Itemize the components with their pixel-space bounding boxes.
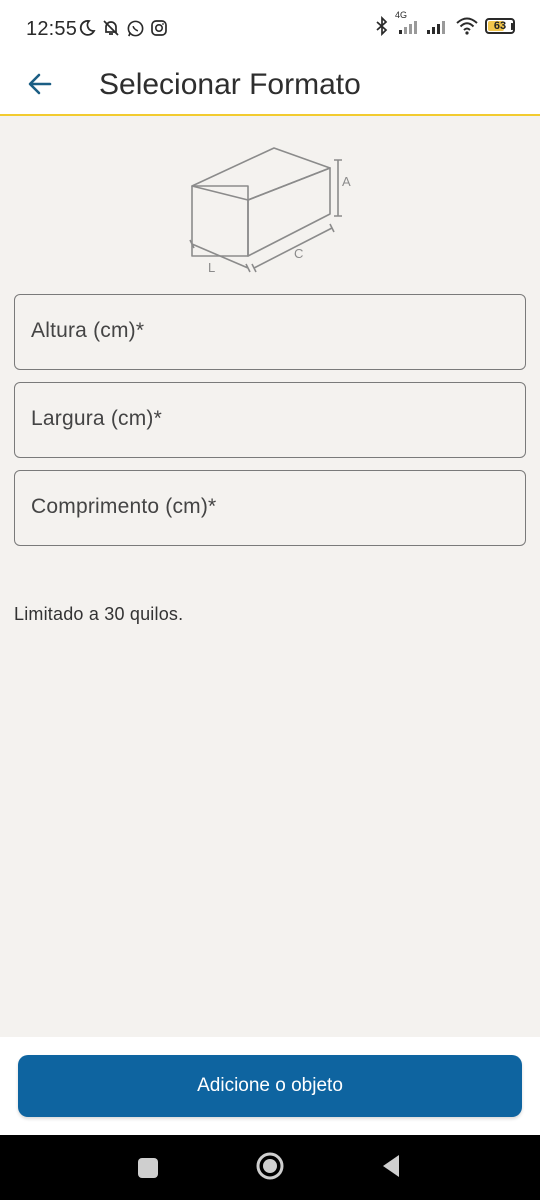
length-field[interactable]: Comprimento (cm)* <box>14 470 526 546</box>
home-button[interactable] <box>255 1151 285 1186</box>
signal-icon <box>425 16 449 36</box>
back-triangle-icon <box>379 1153 403 1184</box>
height-field[interactable]: Altura (cm)* <box>14 294 526 370</box>
system-back-button[interactable] <box>376 1153 406 1183</box>
recent-apps-icon <box>138 1158 158 1178</box>
bottom-action-area: Adicione o objeto <box>0 1037 540 1135</box>
status-bar: 12:55 4G 63 <box>0 0 540 58</box>
page-title: Selecionar Formato <box>99 68 361 101</box>
bluetooth-icon <box>375 16 389 36</box>
recent-apps-button[interactable] <box>133 1153 163 1183</box>
app-bar: Selecionar Formato <box>0 58 540 116</box>
back-button[interactable] <box>18 64 62 108</box>
signal-4g-icon: 4G <box>395 10 419 36</box>
battery-icon: 63 <box>485 18 515 34</box>
width-label: L <box>208 260 215 275</box>
battery-body: 63 <box>485 18 515 34</box>
system-nav-bar <box>0 1135 540 1200</box>
arrow-left-icon <box>26 70 54 103</box>
network-type-label: 4G <box>395 10 408 20</box>
moon-icon <box>78 19 96 37</box>
status-time: 12:55 <box>26 18 78 40</box>
status-right-icons: 4G 63 <box>375 10 515 36</box>
length-field-label: Comprimento (cm)* <box>31 495 217 518</box>
width-field-label: Largura (cm)* <box>31 407 162 430</box>
weight-limit-note: Limitado a 30 quilos. <box>14 604 184 624</box>
battery-level: 63 <box>493 19 507 32</box>
home-icon <box>255 1151 285 1186</box>
add-object-button[interactable]: Adicione o objeto <box>18 1055 522 1117</box>
height-field-label: Altura (cm)* <box>31 319 145 342</box>
status-left-icons <box>78 18 168 38</box>
bell-off-icon <box>101 18 121 38</box>
wifi-icon <box>455 16 479 36</box>
length-label: C <box>294 246 303 261</box>
height-label: A <box>342 174 351 189</box>
box-dimensions-icon: A L C <box>186 144 356 278</box>
instagram-icon <box>150 19 168 37</box>
width-field[interactable]: Largura (cm)* <box>14 382 526 458</box>
whatsapp-icon <box>126 19 145 38</box>
